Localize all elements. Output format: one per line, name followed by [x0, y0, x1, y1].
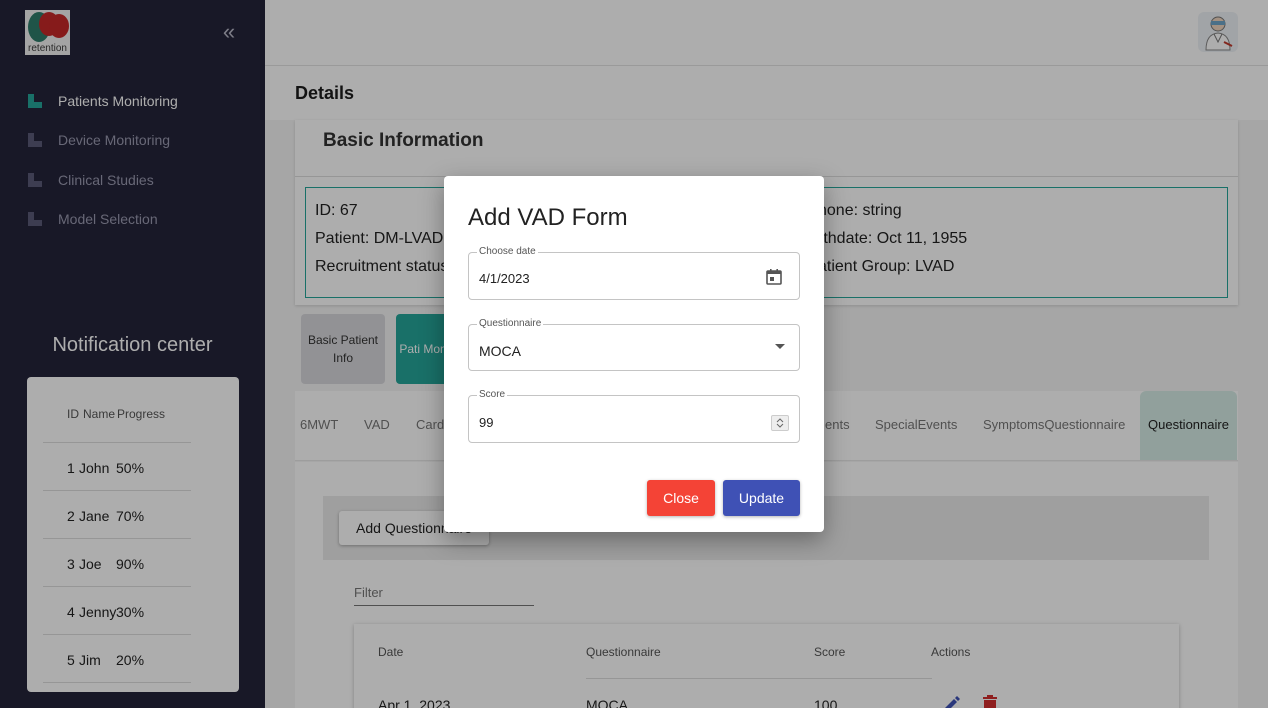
close-button[interactable]: Close [647, 480, 715, 516]
score-field-label: Score [477, 389, 508, 401]
caret-down-icon[interactable] [775, 344, 785, 349]
questionnaire-select[interactable]: Questionnaire MOCA [468, 318, 800, 371]
date-field-label: Choose date [477, 246, 538, 258]
number-stepper-icon[interactable] [771, 415, 789, 431]
add-vad-form-dialog: Add VAD Form Choose date 4/1/2023 Questi… [444, 176, 824, 532]
score-field-value: 99 [479, 415, 494, 430]
calendar-icon[interactable] [765, 268, 783, 291]
dialog-title: Add VAD Form [468, 204, 628, 231]
questionnaire-select-label: Questionnaire [477, 318, 544, 330]
score-field[interactable]: Score 99 [468, 389, 800, 443]
date-field-value: 4/1/2023 [479, 271, 530, 286]
update-button[interactable]: Update [723, 480, 800, 516]
date-field[interactable]: Choose date 4/1/2023 [468, 246, 800, 300]
questionnaire-select-value: MOCA [479, 343, 521, 359]
